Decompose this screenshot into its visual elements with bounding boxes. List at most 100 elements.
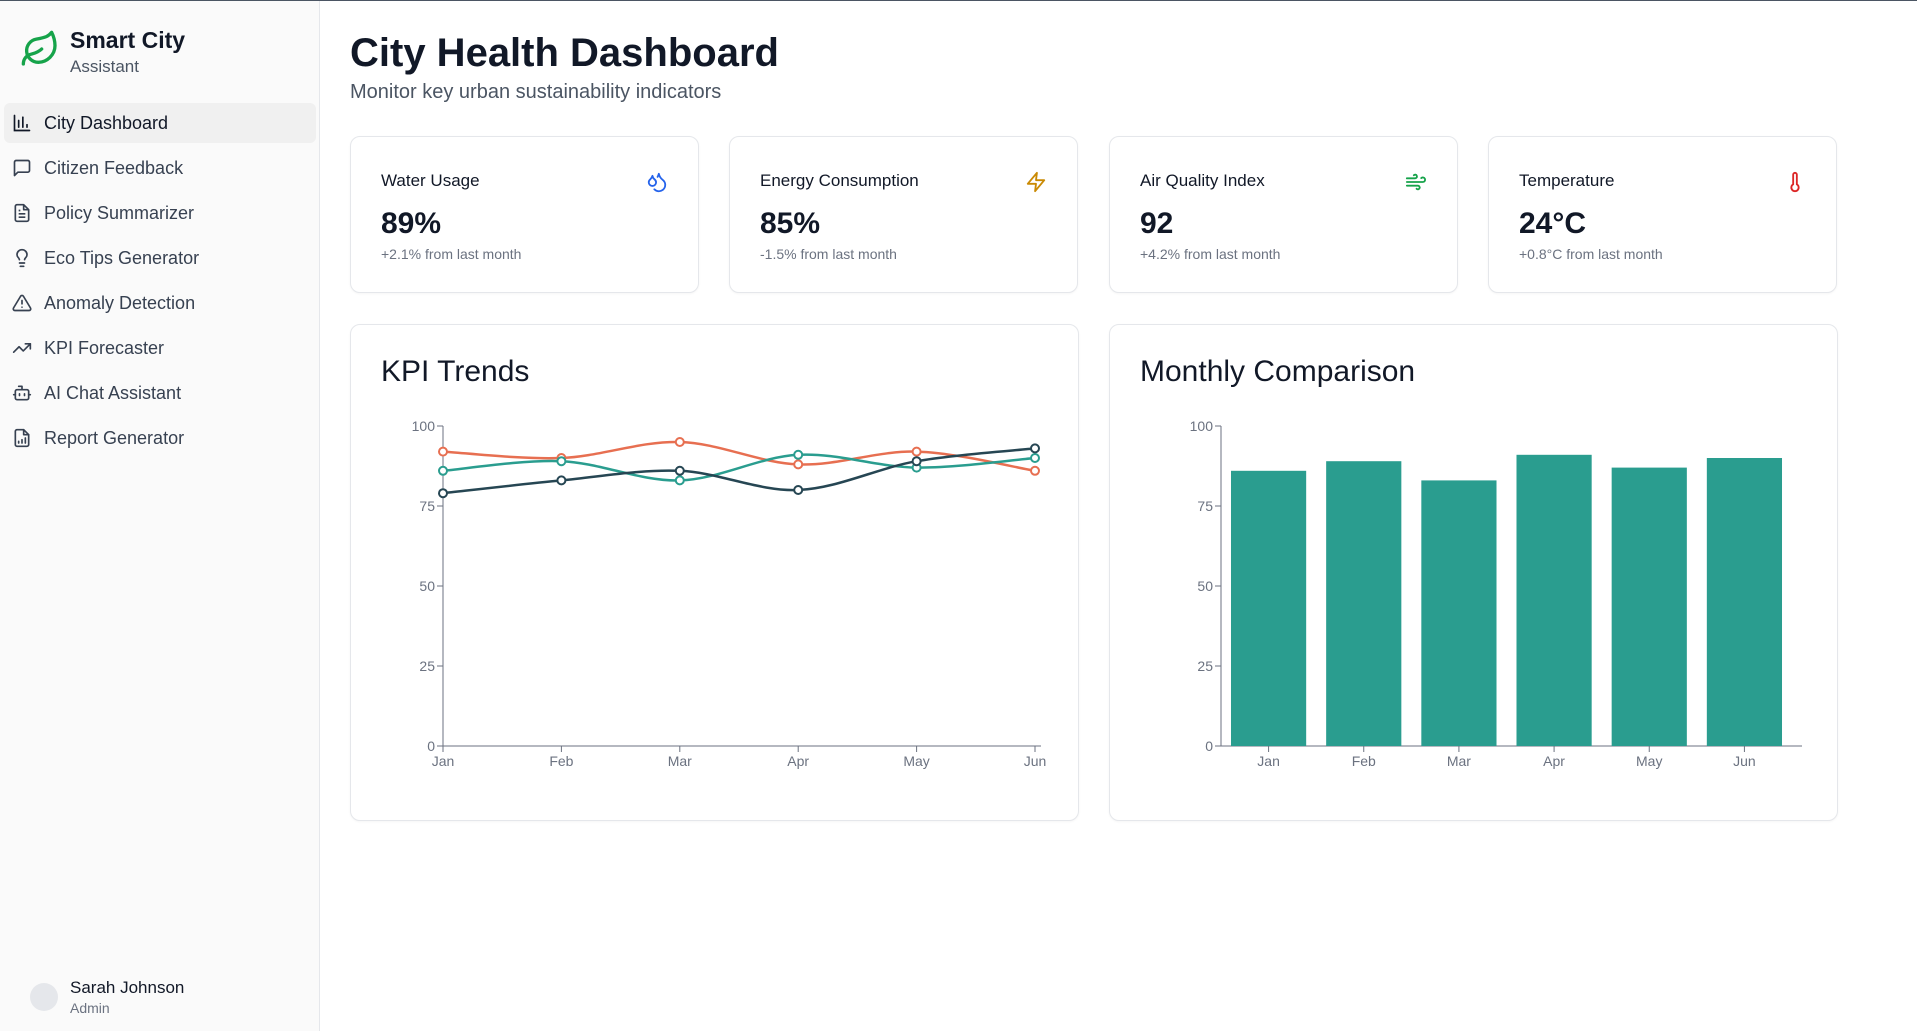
bar xyxy=(1326,461,1402,746)
sidebar-item-label: Policy Summarizer xyxy=(44,202,195,223)
kpi-label: Air Quality Index xyxy=(1140,171,1265,190)
user-profile[interactable]: Sarah Johnson Admin xyxy=(30,977,184,1017)
kpi-label: Energy Consumption xyxy=(760,171,919,190)
sidebar-item-label: AI Chat Assistant xyxy=(44,382,182,403)
data-point xyxy=(793,449,804,460)
kpi-value: 89% xyxy=(381,207,442,240)
monthly-comparison-chart: 0 25 50 75 100 Jan Feb Mar Apr May Jun xyxy=(1190,418,1802,769)
kpi-card-energy-consumption: Energy Consumption 85% -1.5% from last m… xyxy=(729,136,1078,293)
monthly-comparison-title: Monthly Comparison xyxy=(1140,355,1416,388)
alert-triangle-icon xyxy=(12,294,32,312)
x-tick-label: Jan xyxy=(1257,753,1280,769)
droplets-icon xyxy=(647,172,667,193)
avatar xyxy=(30,983,58,1011)
data-point xyxy=(911,446,922,457)
file-text-icon xyxy=(14,203,30,223)
x-tick-label: Feb xyxy=(1352,753,1376,769)
y-tick-label: 0 xyxy=(1205,738,1213,754)
bar xyxy=(1706,458,1783,746)
kpi-change: -1.5% from last month xyxy=(760,246,897,262)
x-tick-label: Jun xyxy=(1024,753,1047,769)
sidebar-item-label: KPI Forecaster xyxy=(44,337,165,358)
zap-icon xyxy=(1026,171,1046,193)
kpi-trends-title: KPI Trends xyxy=(381,355,530,388)
thermometer-icon xyxy=(1790,171,1800,193)
kpi-value: 92 xyxy=(1140,207,1174,240)
lightbulb-icon xyxy=(16,248,28,268)
message-square-icon xyxy=(13,159,31,177)
kpi-card-temperature: Temperature 24°C +0.8°C from last month xyxy=(1488,136,1837,293)
x-tick-label: Apr xyxy=(1543,753,1565,769)
data-point xyxy=(674,475,685,486)
kpi-change: +0.8°C from last month xyxy=(1519,246,1663,262)
kpi-value: 85% xyxy=(760,207,821,240)
data-point xyxy=(556,456,567,467)
data-point xyxy=(438,465,448,476)
user-role: Admin xyxy=(70,1000,110,1016)
wind-icon xyxy=(1405,173,1427,191)
kpi-trends-panel: 0 25 50 75 100 Jan Feb Mar Apr May Jun KPI Trends xyxy=(350,324,1079,821)
sidebar-item-ai-chat-assistant[interactable]: AI Chat Assistant xyxy=(4,373,316,413)
x-tick-label: May xyxy=(903,753,929,769)
data-point xyxy=(1030,453,1040,463)
data-point xyxy=(556,475,567,486)
data-point xyxy=(793,459,804,470)
data-point xyxy=(793,485,804,495)
brand: Smart City Assistant xyxy=(20,25,185,79)
kpi-label: Temperature xyxy=(1519,171,1615,190)
x-tick-label: Mar xyxy=(668,753,692,769)
sidebar-item-anomaly-detection[interactable]: Anomaly Detection xyxy=(4,283,316,323)
data-point xyxy=(1030,465,1040,476)
sidebar-item-report-generator[interactable]: Report Generator xyxy=(4,418,316,458)
file-chart-icon xyxy=(14,428,30,448)
bar xyxy=(1421,480,1497,746)
data-point xyxy=(674,465,685,476)
sidebar-item-label: Eco Tips Generator xyxy=(44,247,200,268)
data-point xyxy=(438,488,448,499)
y-tick-label: 50 xyxy=(1197,578,1213,594)
user-name: Sarah Johnson xyxy=(70,978,185,997)
x-tick-label: Mar xyxy=(1447,753,1471,769)
y-tick-label: 25 xyxy=(419,658,435,674)
data-point xyxy=(438,446,448,457)
sidebar-item-label: Anomaly Detection xyxy=(44,292,196,313)
sidebar-item-eco-tips-generator[interactable]: Eco Tips Generator xyxy=(4,238,316,278)
sidebar-item-label: Report Generator xyxy=(44,427,185,448)
sidebar-item-kpi-forecaster[interactable]: KPI Forecaster xyxy=(4,328,316,368)
brand-subtitle: Assistant xyxy=(70,57,139,76)
bar xyxy=(1516,454,1592,746)
x-tick-label: Jun xyxy=(1733,753,1756,769)
x-tick-label: Apr xyxy=(787,753,809,769)
data-point xyxy=(674,437,685,447)
leaf-icon xyxy=(21,30,57,66)
page-subtitle: Monitor key urban sustainability indicat… xyxy=(350,81,722,103)
sidebar-item-policy-summarizer[interactable]: Policy Summarizer xyxy=(4,193,316,233)
sidebar-item-citizen-feedback[interactable]: Citizen Feedback xyxy=(4,148,316,188)
bar-chart-icon xyxy=(13,114,31,132)
kpi-label: Water Usage xyxy=(381,171,480,190)
bot-icon xyxy=(12,385,32,401)
page-title: City Health Dashboard xyxy=(350,31,779,75)
x-tick-label: May xyxy=(1636,753,1662,769)
x-tick-label: Jan xyxy=(432,753,455,769)
sidebar-nav: City Dashboard Citizen Feedback Policy S… xyxy=(4,103,316,463)
x-tick-label: Feb xyxy=(549,753,573,769)
sidebar: Smart City Assistant City Dashboard Citi… xyxy=(0,1,320,1031)
monthly-comparison-panel: 0 25 50 75 100 Jan Feb Mar Apr May Jun Monthly Com… xyxy=(1109,324,1838,821)
sidebar-item-label: Citizen Feedback xyxy=(44,157,184,178)
trending-up-icon xyxy=(12,343,32,353)
data-point xyxy=(911,456,922,467)
y-tick-label: 50 xyxy=(419,578,435,594)
y-tick-label: 25 xyxy=(1197,658,1213,674)
kpi-card-water-usage: Water Usage 89% +2.1% from last month xyxy=(350,136,699,293)
kpi-change: +4.2% from last month xyxy=(1140,246,1281,262)
sidebar-item-label: City Dashboard xyxy=(44,112,169,133)
sidebar-item-city-dashboard[interactable]: City Dashboard xyxy=(4,103,316,143)
y-tick-label: 100 xyxy=(412,418,436,434)
data-point xyxy=(1030,443,1040,454)
kpi-trends-chart: 0 25 50 75 100 Jan Feb Mar Apr May Jun xyxy=(412,418,1047,769)
bar xyxy=(1611,467,1687,746)
y-tick-label: 75 xyxy=(1197,498,1213,514)
brand-title: Smart City xyxy=(70,27,186,53)
y-tick-label: 100 xyxy=(1190,418,1214,434)
